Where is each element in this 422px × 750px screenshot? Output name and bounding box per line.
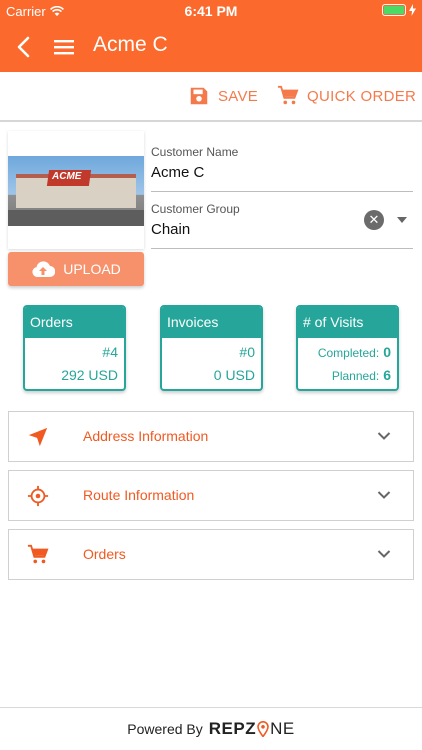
floppy-disk-icon [190, 87, 208, 105]
chevron-down-icon[interactable] [377, 490, 391, 500]
visits-completed-value: 0 [383, 344, 391, 360]
brand-part-ne: NE [270, 719, 295, 738]
page-title: Acme C [93, 33, 168, 56]
upload-label: UPLOAD [63, 261, 121, 277]
cart-icon [27, 544, 49, 564]
app-bar: Acme C [0, 22, 422, 72]
brand-part-z: Z [245, 719, 257, 738]
route-information-label: Route Information [83, 487, 195, 503]
invoices-card[interactable]: Invoices #0 0 USD [160, 305, 263, 391]
address-information-label: Address Information [83, 428, 209, 444]
visits-completed-label: Completed: [317, 346, 380, 360]
navigation-arrow-icon [28, 427, 48, 447]
customer-photo-card: ACME [8, 131, 144, 249]
orders-count: #4 [102, 344, 118, 360]
orders-section[interactable]: Orders [8, 529, 414, 580]
chevron-down-icon[interactable] [377, 549, 391, 559]
action-toolbar: SAVE QUICK ORDER [0, 72, 422, 122]
visits-card-title: # of Visits [298, 307, 397, 338]
back-arrow-icon[interactable] [12, 35, 36, 59]
route-information-section[interactable]: Route Information [8, 470, 414, 521]
location-pin-icon [257, 721, 269, 737]
save-label: SAVE [218, 87, 259, 105]
invoices-card-title: Invoices [162, 307, 261, 338]
charging-bolt-icon [409, 4, 416, 16]
invoices-amount: 0 USD [213, 367, 255, 383]
dropdown-caret-icon[interactable] [397, 217, 407, 223]
customer-name-label: Customer Name [151, 145, 239, 159]
save-button[interactable]: SAVE [188, 85, 258, 107]
chevron-down-icon[interactable] [377, 431, 391, 441]
address-information-section[interactable]: Address Information [8, 411, 414, 462]
clear-icon[interactable]: ✕ [364, 210, 384, 230]
battery-icon [382, 4, 406, 16]
parking-lot [8, 210, 144, 226]
status-time: 6:41 PM [184, 3, 238, 19]
powered-by-label: Powered By [127, 721, 203, 737]
upload-button[interactable]: UPLOAD [8, 252, 144, 286]
visits-planned-value: 6 [383, 367, 391, 383]
repzone-logo: REP Z NE [209, 719, 295, 739]
invoices-count: #0 [239, 344, 255, 360]
brand-part-rep: REP [208, 719, 246, 738]
customer-group-field[interactable]: Customer Group Chain ✕ [151, 202, 413, 249]
orders-amount: 292 USD [61, 367, 118, 383]
orders-card-title: Orders [25, 307, 124, 338]
status-bar: Carrier 6:41 PM [0, 0, 422, 22]
crosshair-icon [27, 485, 49, 507]
orders-card[interactable]: Orders #4 292 USD [23, 305, 126, 391]
cart-icon [277, 85, 299, 105]
quick-order-label: QUICK ORDER [307, 87, 417, 105]
cloud-upload-icon [32, 261, 56, 278]
customer-photo: ACME [8, 156, 144, 226]
orders-section-label: Orders [83, 546, 126, 562]
visits-planned-label: Planned: [331, 369, 380, 383]
customer-name-field[interactable]: Customer Name Acme C [151, 145, 413, 192]
quick-order-button[interactable]: QUICK ORDER [277, 85, 416, 107]
customer-name-value[interactable]: Acme C [151, 164, 413, 181]
footer: Powered By REP Z NE [0, 707, 422, 750]
hamburger-menu-icon[interactable] [52, 35, 76, 59]
store-logo-text: ACME [52, 171, 82, 182]
battery-indicator [382, 4, 416, 16]
visits-card[interactable]: # of Visits Completed: 0 Planned: 6 [296, 305, 399, 391]
